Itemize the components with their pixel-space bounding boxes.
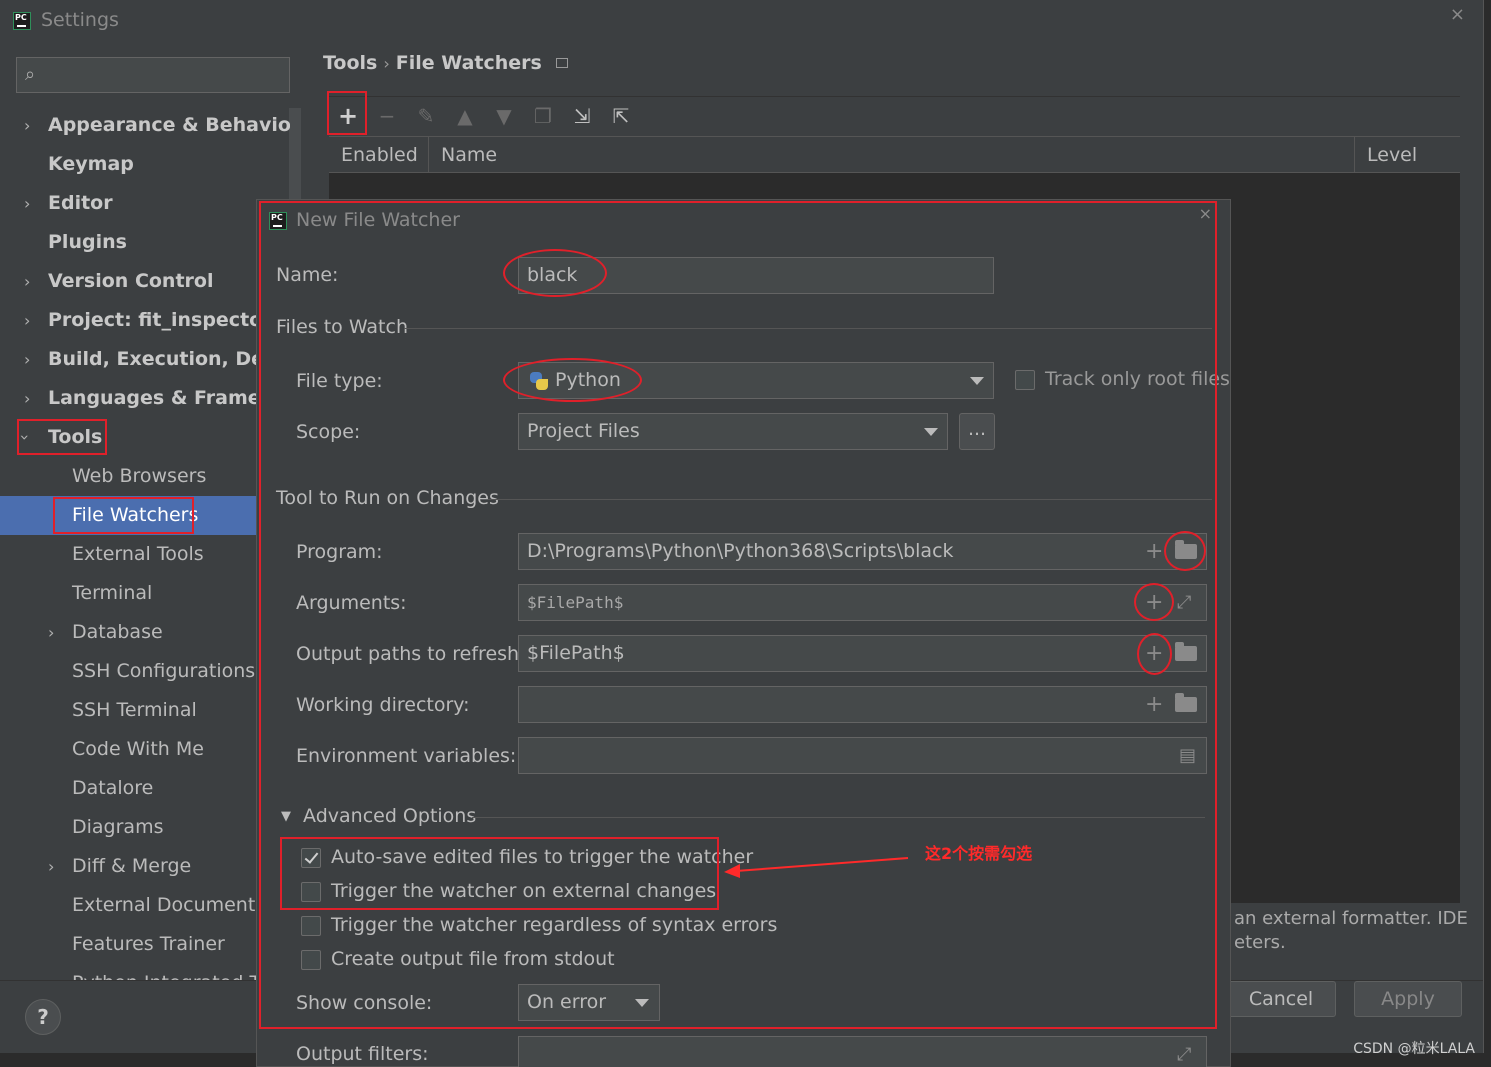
highlight-tools [17,419,107,455]
column-level[interactable]: Level [1355,137,1460,173]
sidebar-item-build[interactable]: › Build, Execution, Deployment [0,340,290,379]
chevron-right-icon: › [48,857,55,876]
highlight-arguments-plus [1134,583,1174,621]
sidebar-item-languages[interactable]: › Languages & Frameworks [0,379,290,418]
sidebar-item-plugins[interactable]: Plugins [0,223,290,262]
column-enabled[interactable]: Enabled [329,137,429,173]
description-text-line2: eters. [1234,932,1286,953]
chevron-right-icon: › [24,116,31,135]
pycharm-logo-icon: PC [13,12,31,30]
sidebar-item-code-with-me[interactable]: Code With Me [0,730,290,769]
breadcrumb: Tools › File Watchers [323,52,568,74]
chevron-right-icon: › [24,350,31,369]
sidebar-item-features-trainer[interactable]: Features Trainer [0,925,290,964]
window-title: Settings [41,9,119,31]
highlight-add-button [327,91,367,135]
sidebar-item-diff-merge[interactable]: › Diff & Merge [0,847,290,886]
column-name[interactable]: Name [429,137,1355,173]
chevron-right-icon: › [48,623,55,642]
title-bar: PC Settings × [0,0,1483,40]
sidebar-item-external-tools[interactable]: External Tools [0,535,290,574]
export-icon[interactable]: ⇱ [606,101,636,131]
apply-button[interactable]: Apply [1354,981,1462,1017]
csdn-watermark: CSDN @粒米LALA [1353,1041,1475,1057]
annotation-text: 这2个按需勾选 [925,844,1033,863]
output-filters-label: Output filters: [296,1043,429,1065]
edit-pencil-icon[interactable]: ✎ [411,101,441,131]
output-filters-input[interactable]: ⤢ [518,1036,1207,1067]
sidebar-item-web-browsers[interactable]: Web Browsers [0,457,290,496]
import-icon[interactable]: ⇲ [567,101,597,131]
sidebar-item-database[interactable]: › Database [0,613,290,652]
remove-watcher-button[interactable]: − [372,101,402,131]
copy-icon[interactable]: ❐ [528,101,558,131]
highlight-file-watchers [53,497,194,534]
close-icon[interactable]: × [1450,4,1465,25]
chevron-right-icon: › [24,311,31,330]
highlight-file-type [503,358,642,402]
move-up-icon[interactable]: ▲ [450,101,480,131]
breadcrumb-parent[interactable]: Tools [323,52,377,74]
sidebar-item-editor[interactable]: › Editor [0,184,290,223]
search-icon: ⌕ [25,64,36,85]
sidebar-item-keymap[interactable]: Keymap [0,145,290,184]
highlight-name-value [503,249,607,297]
chevron-right-icon: › [24,389,31,408]
sidebar-item-ssh-configurations[interactable]: SSH Configurations [0,652,290,691]
sidebar-item-appearance[interactable]: › Appearance & Behavior [0,106,290,145]
chevron-right-icon: › [24,194,31,213]
breadcrumb-separator: › [383,54,390,73]
cancel-button[interactable]: Cancel [1226,981,1336,1017]
sidebar-item-external-documentation[interactable]: External Documentation [0,886,290,925]
window-tab-icon[interactable] [555,58,568,68]
settings-search-input[interactable]: ⌕ [16,57,290,93]
watchers-table-header: Enabled Name Level [329,136,1460,173]
help-button[interactable]: ? [25,999,61,1035]
sidebar-item-version-control[interactable]: › Version Control [0,262,290,301]
sidebar-item-diagrams[interactable]: Diagrams [0,808,290,847]
highlight-checkbox-group [280,837,719,910]
sidebar-item-project[interactable]: › Project: fit_inspector [0,301,290,340]
file-watchers-toolbar: + − ✎ ▲ ▼ ❐ ⇲ ⇱ [329,96,1460,134]
highlight-program-browse [1164,531,1206,571]
highlight-output-plus [1137,633,1172,675]
move-down-icon[interactable]: ▼ [489,101,519,131]
description-text-line1: an external formatter. IDE [1234,908,1468,929]
sidebar-item-ssh-terminal[interactable]: SSH Terminal [0,691,290,730]
expand-icon[interactable]: ⤢ [1177,1037,1191,1067]
sidebar-item-terminal[interactable]: Terminal [0,574,290,613]
breadcrumb-current: File Watchers [395,52,542,74]
chevron-right-icon: › [24,272,31,291]
sidebar-item-python-integrated-tools[interactable]: Python Integrated Tools [0,964,290,980]
sidebar-item-datalore[interactable]: Datalore [0,769,290,808]
new-file-watcher-dialog: PC New File Watcher × Name: black Files … [256,199,1231,1067]
